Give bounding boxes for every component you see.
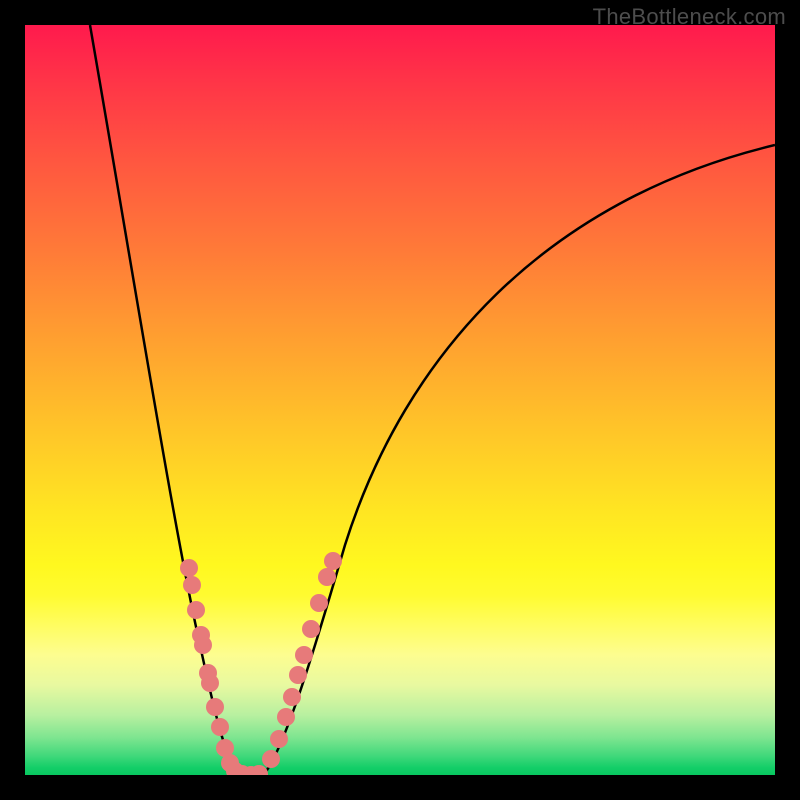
curve-layer	[25, 25, 775, 775]
watermark-text: TheBottleneck.com	[593, 4, 786, 30]
chart-frame: TheBottleneck.com	[0, 0, 800, 800]
data-point	[201, 674, 219, 692]
data-point	[310, 594, 328, 612]
data-point	[289, 666, 307, 684]
data-point	[206, 698, 224, 716]
right-dots-group	[262, 552, 342, 768]
data-point	[194, 636, 212, 654]
data-point	[295, 646, 313, 664]
plot-area	[25, 25, 775, 775]
data-point	[318, 568, 336, 586]
data-point	[324, 552, 342, 570]
left-dots-group	[180, 559, 268, 775]
data-point	[283, 688, 301, 706]
data-point	[270, 730, 288, 748]
data-point	[187, 601, 205, 619]
data-point	[302, 620, 320, 638]
data-point	[180, 559, 198, 577]
data-point	[211, 718, 229, 736]
bottleneck-curve	[90, 25, 775, 775]
data-point	[183, 576, 201, 594]
data-point	[262, 750, 280, 768]
data-point	[277, 708, 295, 726]
